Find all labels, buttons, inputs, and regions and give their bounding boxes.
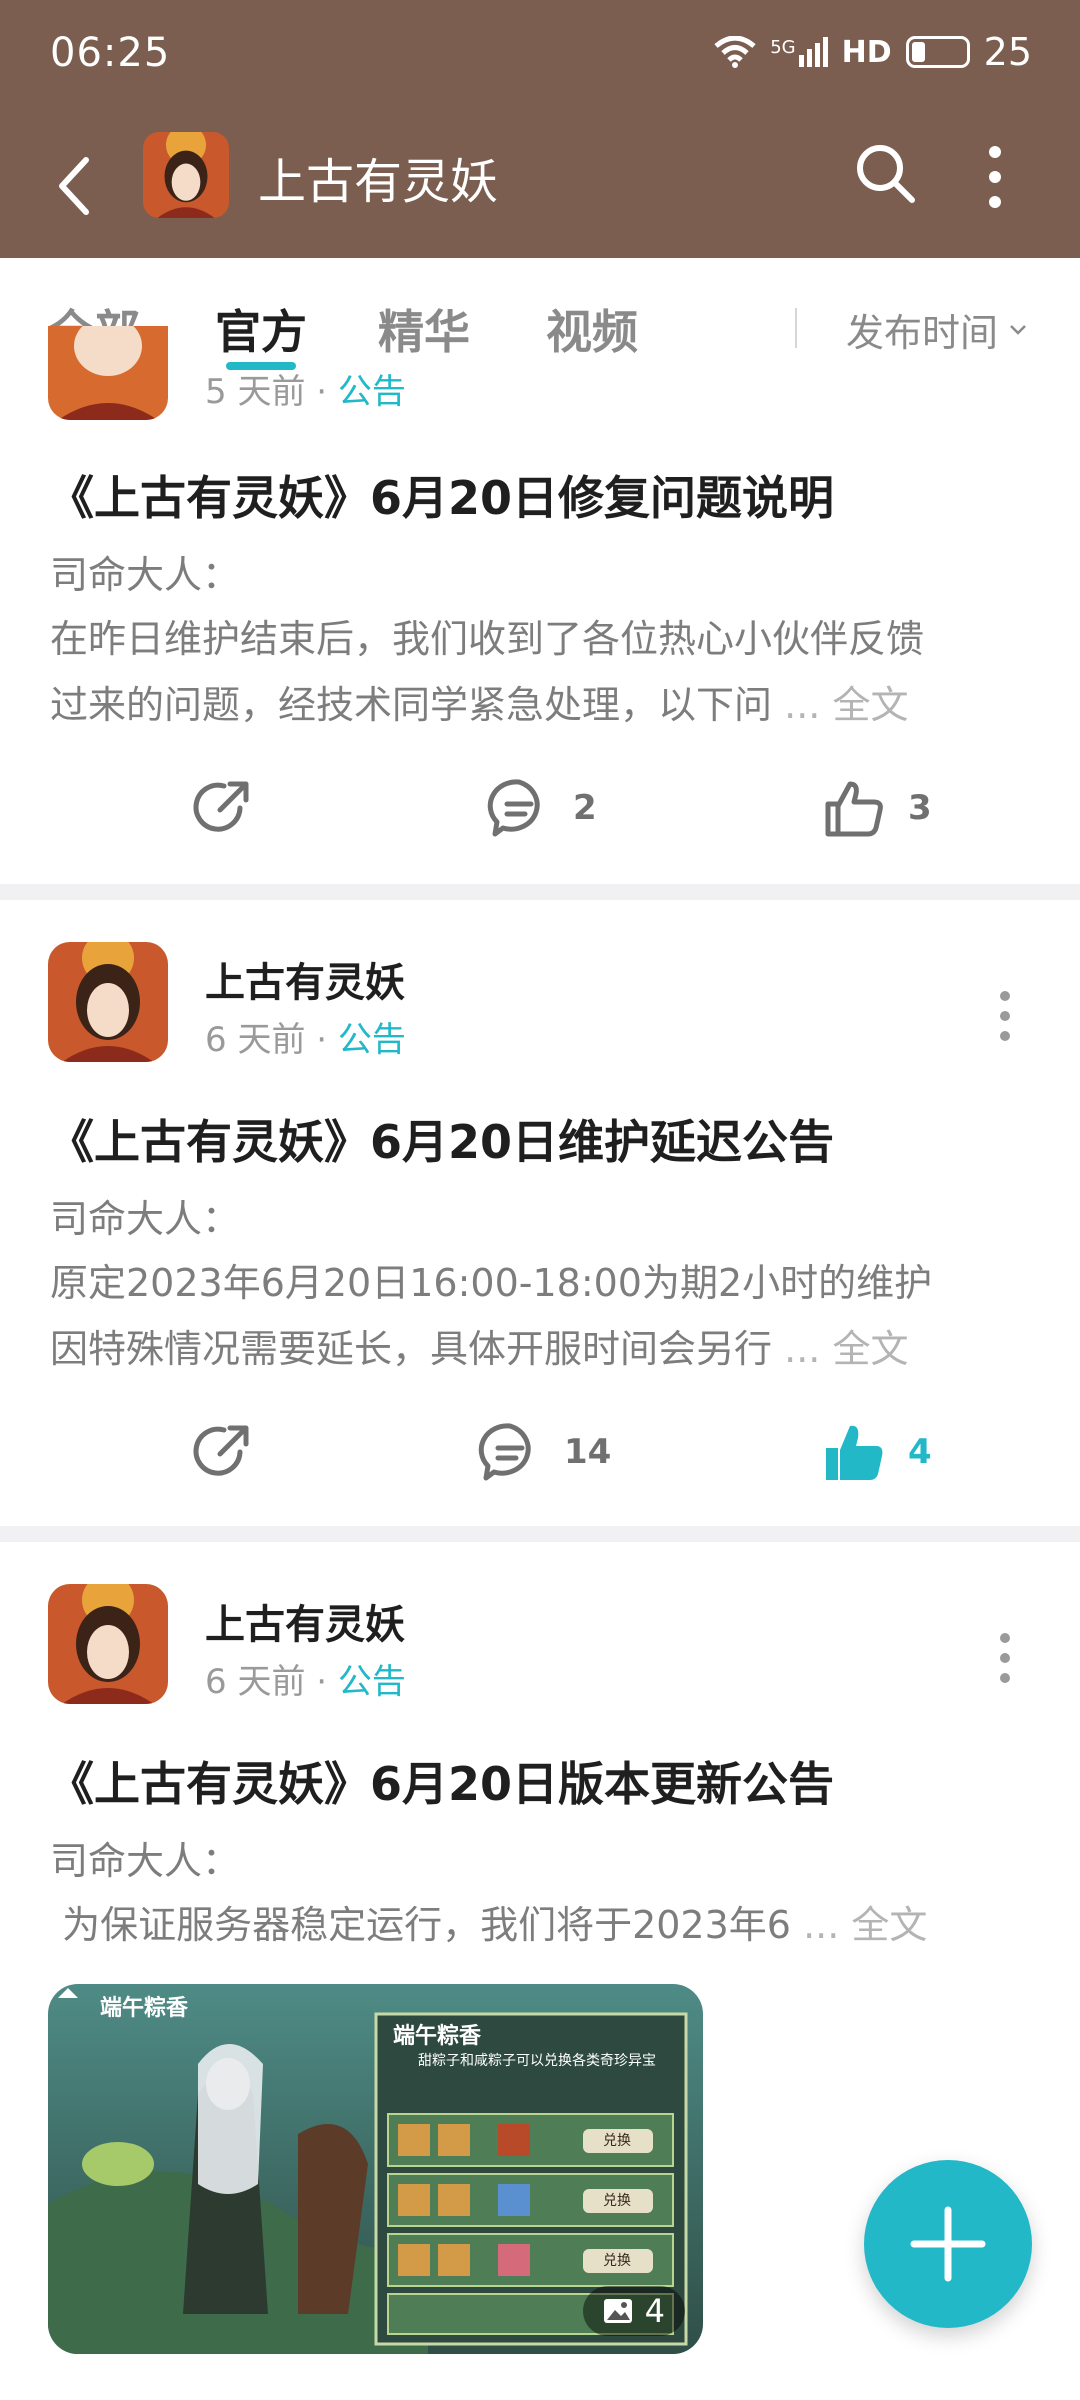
post-tag[interactable]: 公告 <box>338 1020 406 1060</box>
post-meta: 5 天前 · 公告 <box>205 372 406 412</box>
post-tag[interactable]: 公告 <box>338 1662 406 1702</box>
comment-button[interactable]: 2 <box>487 776 597 840</box>
post-meta: 6 天前 · 公告 <box>205 1662 406 1702</box>
ellipsis: ... <box>784 1327 821 1371</box>
search-icon[interactable] <box>852 140 918 206</box>
image-icon <box>603 2299 632 2323</box>
like-button[interactable]: 3 <box>822 776 932 840</box>
like-count: 4 <box>908 1432 932 1472</box>
image-count-badge: 4 <box>582 2286 685 2336</box>
ellipsis: ... <box>784 683 821 727</box>
game-avatar <box>143 132 229 218</box>
image-subtitle: 甜粽子和咸粽子可以兑换各类奇珍异宝 <box>418 2053 656 2069</box>
ellipsis: ... <box>803 1903 840 1947</box>
battery-level: 25 <box>983 30 1032 74</box>
signal-icon: 5G <box>770 37 828 67</box>
tab-featured[interactable]: 精华 <box>378 296 470 362</box>
status-indicators: 5G HD 25 <box>714 30 1032 74</box>
post-body-line: 在昨日维护结束后，我们收到了各位热心小伙伴反馈 <box>50 617 925 661</box>
author-avatar[interactable] <box>48 1584 168 1704</box>
post-time: 6 天前 <box>205 1662 306 1702</box>
post-time: 5 天前 <box>205 372 306 412</box>
tab-video[interactable]: 视频 <box>546 296 638 362</box>
tabs-divider <box>795 308 797 348</box>
post-tag[interactable]: 公告 <box>338 372 406 412</box>
post-body-line: 原定2023年6月20日16:00-18:00为期2小时的维护 <box>50 1261 933 1305</box>
image-count: 4 <box>644 2292 665 2330</box>
post-actions: 2 3 <box>0 762 1080 852</box>
share-button[interactable] <box>190 776 254 840</box>
tab-official[interactable]: 官方 <box>215 296 307 362</box>
page-title: 上古有灵妖 <box>258 154 499 210</box>
post-body-line: 因特殊情况需要延长，具体开服时间会另行 ... 全文 <box>50 1327 909 1371</box>
full-text-link[interactable]: 全文 <box>832 1327 908 1371</box>
comment-button[interactable]: 14 <box>478 1420 611 1484</box>
image-redeem-label: 兑换 <box>603 2253 631 2269</box>
hd-indicator: HD <box>841 34 892 70</box>
add-icon <box>910 2206 986 2282</box>
create-post-button[interactable] <box>864 2160 1032 2328</box>
comment-count: 2 <box>573 788 597 828</box>
image-redeem-label: 兑换 <box>603 2133 631 2149</box>
post-card[interactable]: 5 天前 · 公告 《上古有灵妖》6月20日修复问题说明 司命大人： 在昨日维护… <box>0 326 1080 884</box>
full-text-link[interactable]: 全文 <box>851 1903 927 1947</box>
image-redeem-label: 兑换 <box>603 2193 631 2209</box>
author-name[interactable]: 上古有灵妖 <box>205 1592 405 1650</box>
share-button[interactable] <box>190 1420 254 1484</box>
like-icon <box>825 781 883 837</box>
more-vertical-icon[interactable] <box>980 142 1010 212</box>
comment-count: 14 <box>564 1432 612 1472</box>
post-title[interactable]: 《上古有灵妖》6月20日维护延迟公告 <box>48 1106 1038 1172</box>
share-icon <box>193 1425 249 1476</box>
sort-label: 发布时间 <box>846 311 999 355</box>
comment-icon <box>487 779 540 837</box>
status-bar: 06:25 5G HD 25 <box>0 0 1080 112</box>
battery-icon <box>905 36 970 68</box>
more-vertical-icon[interactable] <box>998 988 1012 1044</box>
image-caption-panel: 端午粽香 <box>393 2024 482 2049</box>
post-body-line: 为保证服务器稳定运行，我们将于2023年6 ... 全文 <box>50 1903 928 1947</box>
status-time: 06:25 <box>50 30 171 76</box>
like-button[interactable]: 4 <box>822 1420 932 1484</box>
author-avatar[interactable] <box>48 326 168 420</box>
post-greeting: 司命大人： <box>50 553 241 597</box>
post-title[interactable]: 《上古有灵妖》6月20日版本更新公告 <box>48 1748 1038 1814</box>
author-name[interactable]: 上古有灵妖 <box>205 950 405 1008</box>
author-avatar[interactable] <box>48 942 168 1062</box>
post-body-line: 过来的问题，经技术同学紧急处理，以下问 ... 全文 <box>50 683 909 727</box>
network-type: 5G <box>770 37 796 58</box>
post-title[interactable]: 《上古有灵妖》6月20日修复问题说明 <box>48 462 1038 528</box>
comment-icon <box>478 1423 531 1481</box>
share-icon <box>193 781 249 832</box>
like-icon <box>826 1425 883 1480</box>
post-actions: 14 4 <box>0 1406 1080 1496</box>
wifi-icon <box>714 36 756 68</box>
post-image[interactable]: 端午粽香 端午粽香 甜粽子和咸粽子可以兑换各类奇珍异宝 兑换 兑换 兑换 4 <box>48 1984 703 2354</box>
post-divider <box>0 1526 1080 1542</box>
like-count: 3 <box>908 788 932 828</box>
sort-dropdown[interactable]: 发布时间 <box>846 302 1028 357</box>
post-divider <box>0 884 1080 900</box>
post-greeting: 司命大人： <box>50 1839 241 1883</box>
top-bar: 06:25 5G HD 25 上古有灵妖 <box>0 0 1080 258</box>
post-time: 6 天前 <box>205 1020 306 1060</box>
post-meta: 6 天前 · 公告 <box>205 1020 406 1060</box>
back-icon[interactable] <box>46 150 106 222</box>
post-card[interactable]: 上古有灵妖 6 天前 · 公告 《上古有灵妖》6月20日维护延迟公告 司命大人：… <box>0 900 1080 1526</box>
more-vertical-icon[interactable] <box>998 1630 1012 1686</box>
chevron-down-icon <box>1010 324 1026 335</box>
image-caption: 端午粽香 <box>100 1996 189 2021</box>
full-text-link[interactable]: 全文 <box>832 683 908 727</box>
app-bar: 上古有灵妖 <box>0 112 1080 258</box>
post-greeting: 司命大人： <box>50 1197 241 1241</box>
